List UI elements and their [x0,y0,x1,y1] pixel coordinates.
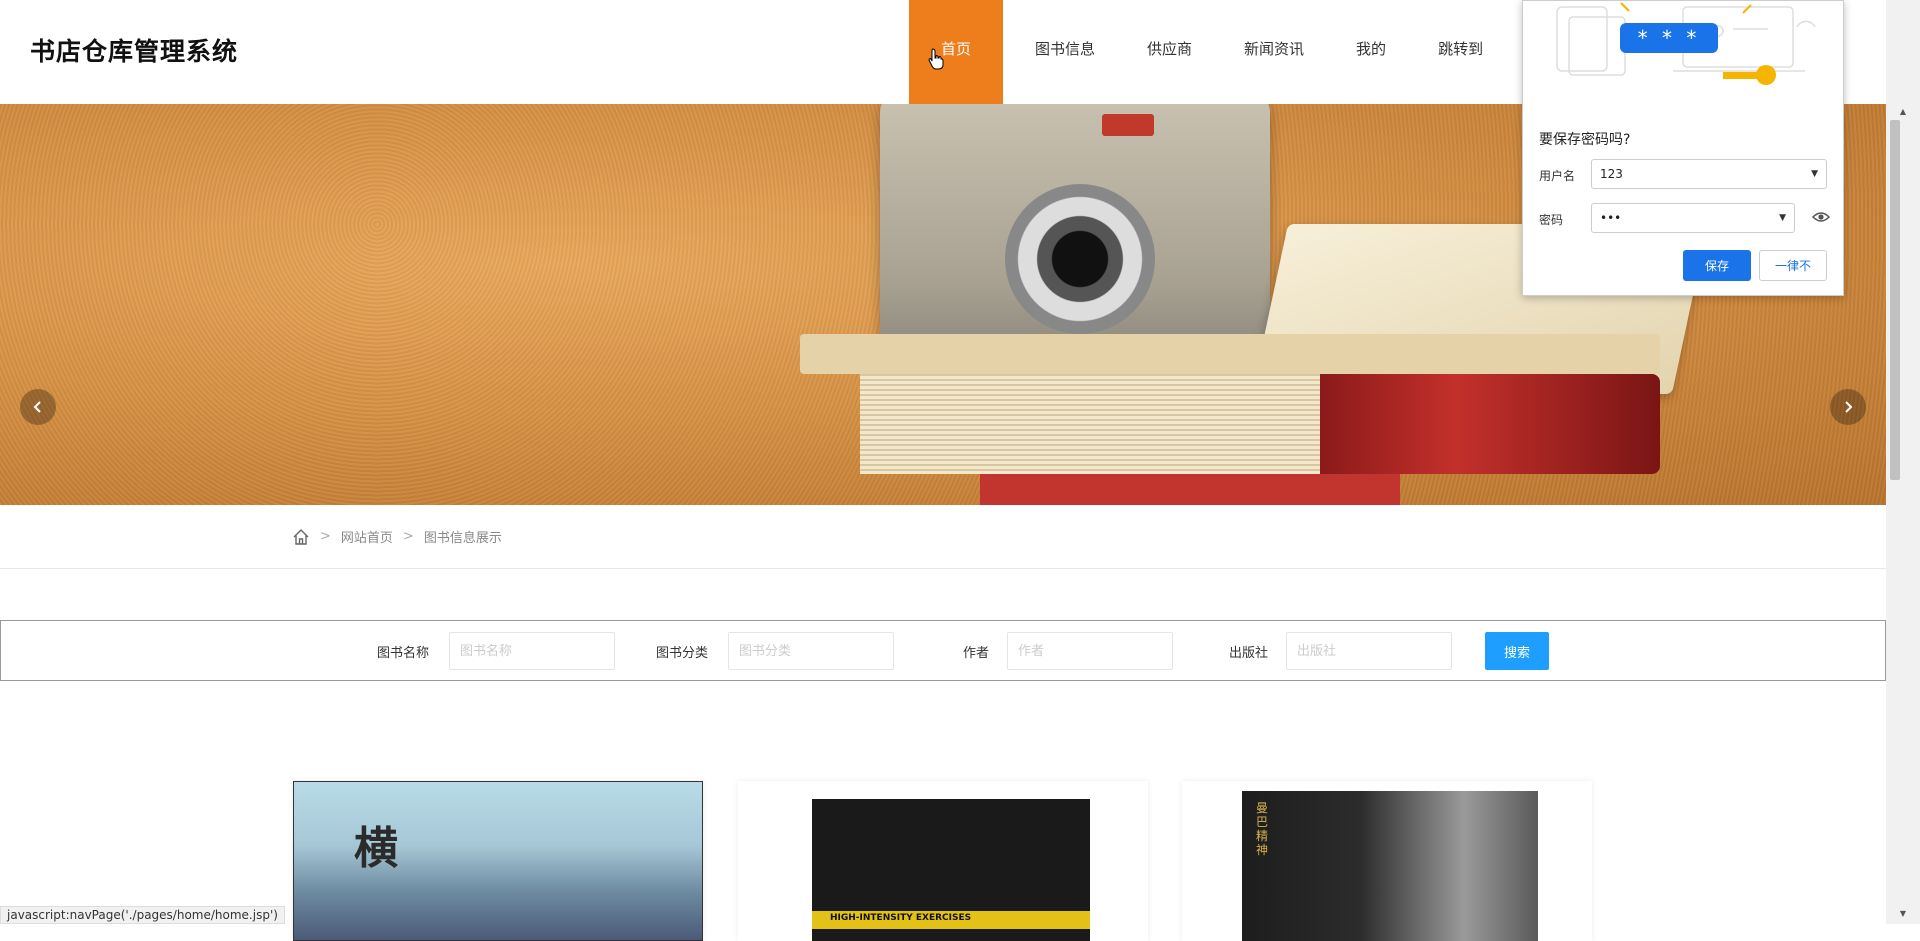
nav-item-news[interactable]: 新闻资讯 [1218,0,1330,104]
breadcrumb: > 网站首页 > 图书信息展示 [292,527,502,546]
scroll-thumb[interactable] [1890,120,1900,480]
author-input[interactable] [1007,632,1173,670]
section-divider [0,568,1886,569]
book-cover-image: 横 [293,781,703,941]
book-name-label: 图书名称 [377,646,430,661]
carousel-prev-button[interactable] [20,389,56,425]
password-select[interactable]: ••• ▼ [1591,203,1795,233]
never-save-button[interactable]: 一律不 [1759,250,1827,281]
book-cover-title: 曼巴精神 [1256,801,1269,857]
chevron-left-icon [33,401,41,413]
breadcrumb-separator: > [320,529,331,544]
nav-item-mine[interactable]: 我的 [1330,0,1412,104]
save-password-button[interactable]: 保存 [1683,250,1751,281]
carousel-next-button[interactable] [1830,389,1866,425]
chevron-right-icon [1845,401,1853,413]
main-nav: 首页 图书信息 供应商 新闻资讯 我的 跳转到 [909,0,1509,104]
breadcrumb-current: 图书信息展示 [423,531,502,546]
password-value: ••• [1600,211,1622,225]
scroll-down-icon[interactable]: ▼ [1886,906,1920,922]
scroll-up-icon[interactable]: ▲ [1886,104,1920,120]
book-cover-image: HIGH-INTENSITY EXERCISES [812,799,1090,941]
banner-book-stack [800,334,1660,474]
eye-icon[interactable] [1812,210,1830,224]
book-spine [1320,374,1660,474]
book-card[interactable]: 曼巴精神 [1182,781,1592,941]
book-cover-band: HIGH-INTENSITY EXERCISES [812,911,1090,929]
password-stars-badge: * * * [1620,23,1718,53]
book-cover-title: 横 [354,823,398,874]
search-button[interactable]: 搜索 [1485,632,1549,670]
banner-red-base [980,474,1400,505]
save-password-dialog: * * * 要保存密码吗? 用户名 123 ▼ 密码 ••• ▼ 保存 一律不 [1522,0,1844,296]
book-cover-image: 曼巴精神 [1242,791,1538,941]
hand-cursor-icon [928,48,944,70]
password-label: 密码 [1539,213,1564,227]
nav-item-books[interactable]: 图书信息 [1003,0,1121,104]
camera-lens [1005,184,1155,334]
nav-item-home[interactable]: 首页 [909,0,1003,104]
nav-item-jump[interactable]: 跳转到 [1412,0,1509,104]
breadcrumb-home-link[interactable]: 网站首页 [341,527,393,546]
caret-down-icon: ▼ [1811,169,1818,179]
book-category-input[interactable] [728,632,894,670]
browser-status-bar: javascript:navPage('./pages/home/home.js… [0,906,285,924]
breadcrumb-separator: > [402,529,414,544]
nav-item-suppliers[interactable]: 供应商 [1121,0,1218,104]
username-label: 用户名 [1539,169,1576,183]
book-card[interactable]: HIGH-INTENSITY EXERCISES [738,781,1148,941]
author-label: 作者 [963,646,990,661]
book-pages [860,374,1320,474]
home-icon[interactable] [292,528,310,546]
username-value: 123 [1600,167,1623,181]
publisher-input[interactable] [1286,632,1452,670]
book-name-input[interactable] [449,632,615,670]
book-category-label: 图书分类 [656,646,709,661]
username-select[interactable]: 123 ▼ [1591,159,1827,189]
page-scrollbar[interactable]: ▲ ▼ [1886,0,1920,924]
book-card[interactable]: 横 [293,781,703,941]
book-search-form: 图书名称 图书分类 作者 出版社 搜索 [0,620,1886,681]
save-password-title: 要保存密码吗? [1539,132,1631,148]
caret-down-icon: ▼ [1779,213,1786,223]
camera-badge [1102,114,1154,136]
site-logo[interactable]: 书店仓库管理系统 [30,32,238,68]
book-cover-title: HIGH-INTENSITY EXERCISES [830,913,972,923]
book-cover-top [800,334,1660,374]
publisher-label: 出版社 [1229,646,1269,661]
